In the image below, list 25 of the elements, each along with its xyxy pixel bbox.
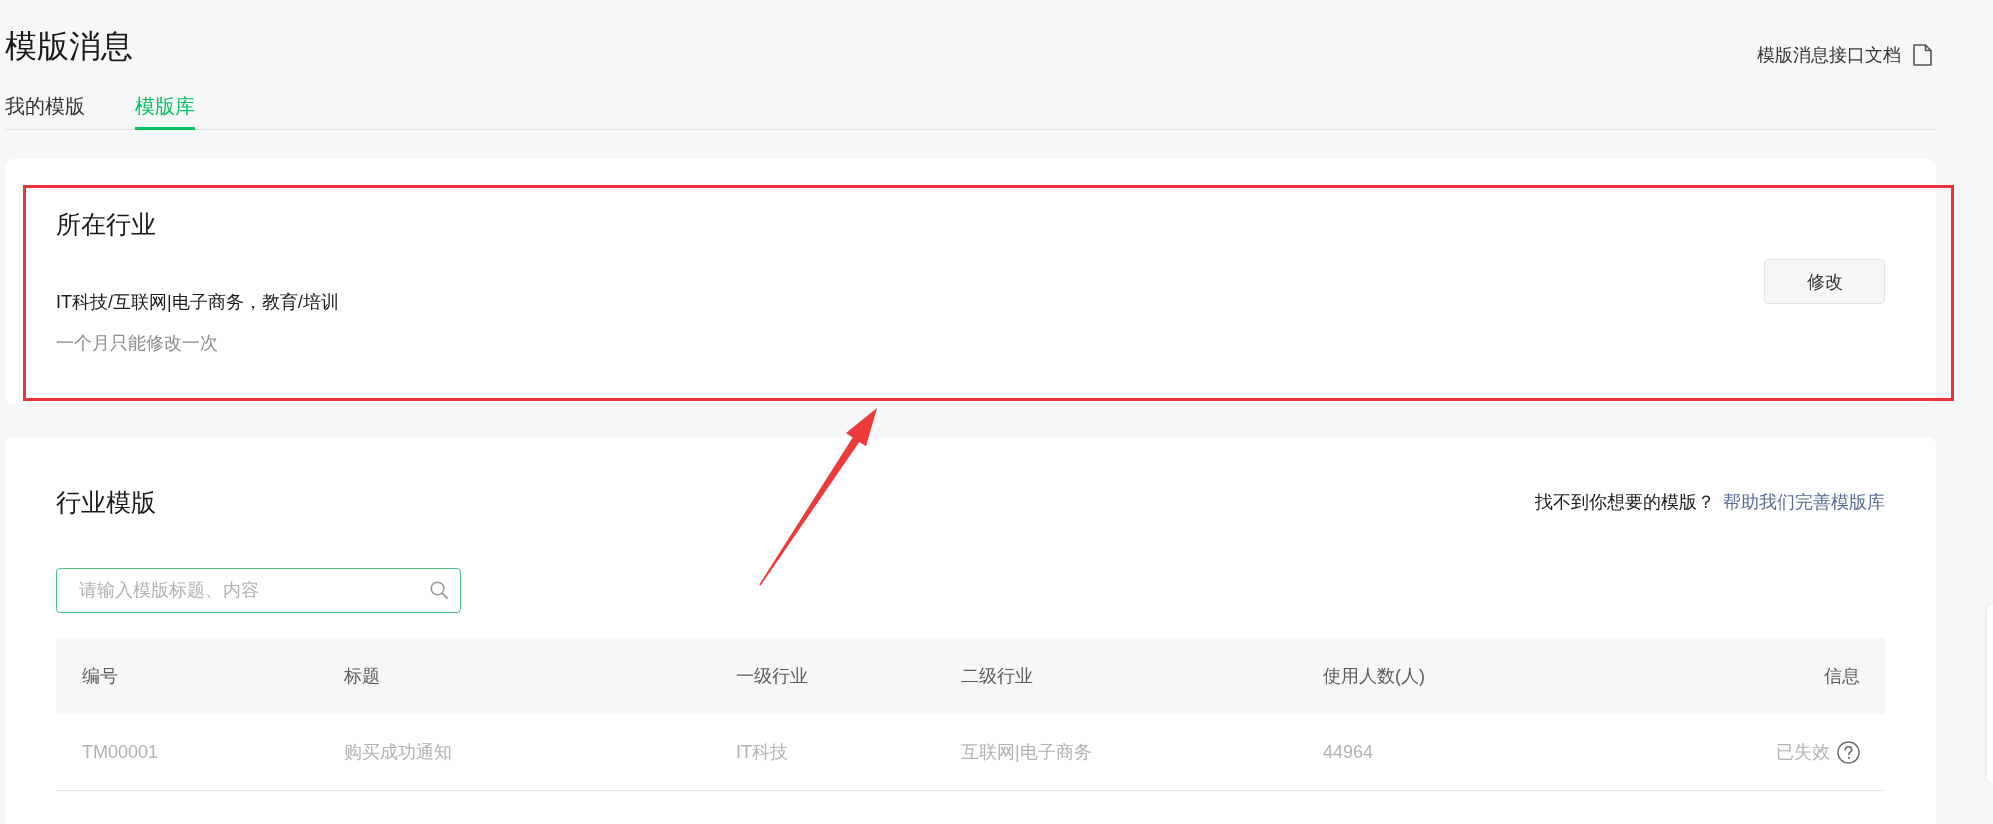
hint-text: 一个月只能修改一次	[56, 331, 219, 355]
edit-button[interactable]: 修改	[1764, 259, 1885, 304]
section-title: 行业模版	[56, 487, 156, 518]
document-icon	[1913, 44, 1932, 66]
column-header: 使用人数(人)	[1322, 665, 1426, 688]
help-link[interactable]: 帮助我们完善模版库	[1723, 489, 1885, 515]
search-field[interactable]: 请输入模版标题、内容	[56, 568, 461, 613]
column-header: 信息	[1824, 665, 1860, 688]
column-header: 标题	[343, 665, 381, 688]
search-icon[interactable]	[430, 581, 448, 599]
table-cell-text: 互联网|电子商务	[960, 741, 1093, 764]
column-header: 一级行业	[735, 665, 809, 688]
section-title: 所在行业	[56, 208, 157, 240]
help-prompt: 找不到你想要的模版？	[1535, 491, 1715, 514]
table-cell-text: TM00001	[81, 741, 160, 764]
table-cell-text: IT科技	[735, 741, 789, 764]
table-cell-text: 购买成功通知	[343, 741, 453, 764]
column-header: 二级行业	[960, 665, 1034, 688]
page-title: 模版消息	[5, 27, 133, 66]
table-cell-text: 44964	[1322, 741, 1375, 764]
doc-link[interactable]: 模版消息接口文档	[1757, 44, 1932, 66]
industry-list: IT科技/互联网|电子商务，教育/培训	[56, 288, 339, 315]
column-header: 编号	[81, 665, 119, 688]
status-text: 已失效	[1776, 741, 1830, 764]
tab[interactable]: 我的模版	[5, 93, 85, 130]
